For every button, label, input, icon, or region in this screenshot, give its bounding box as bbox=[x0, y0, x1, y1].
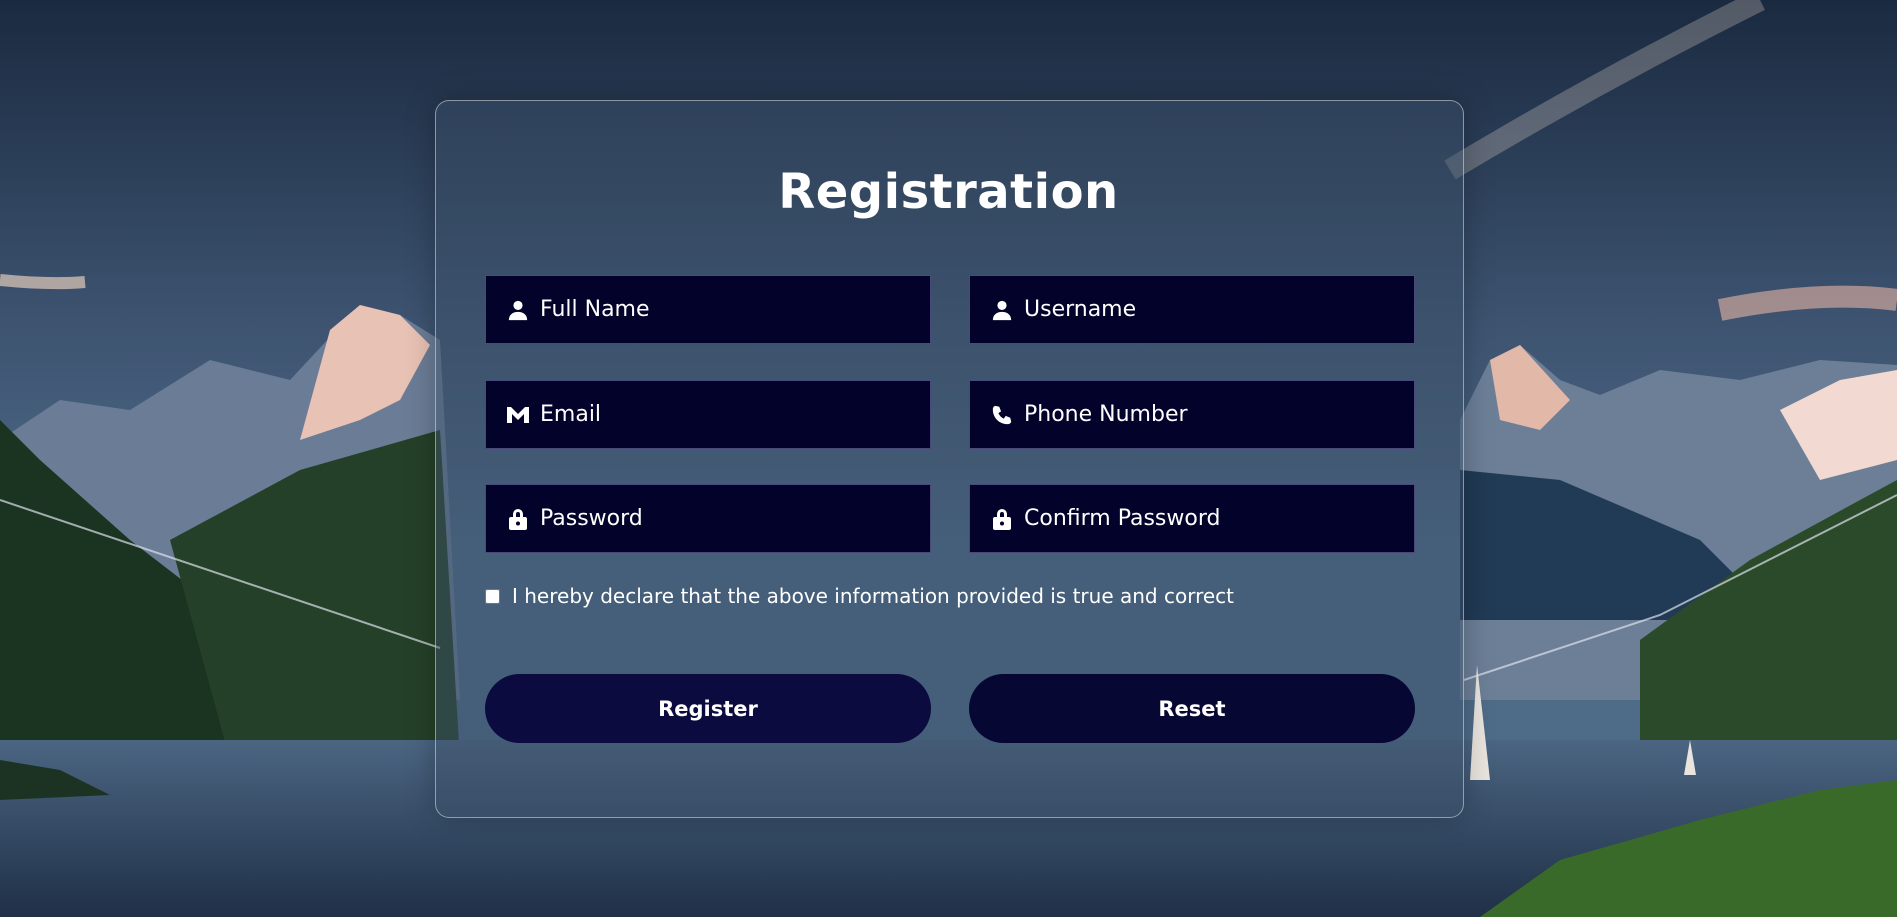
email-field[interactable] bbox=[485, 380, 931, 449]
user-icon bbox=[506, 298, 530, 322]
declaration-row: I hereby declare that the above informat… bbox=[485, 584, 1234, 608]
password-input[interactable] bbox=[540, 506, 910, 531]
phone-icon bbox=[990, 403, 1014, 427]
confirm-password-field[interactable] bbox=[969, 484, 1415, 553]
password-field[interactable] bbox=[485, 484, 931, 553]
full-name-input[interactable] bbox=[540, 297, 910, 322]
confirm-password-input[interactable] bbox=[1024, 506, 1394, 531]
phone-number-field[interactable] bbox=[969, 380, 1415, 449]
email-input[interactable] bbox=[540, 402, 910, 427]
page-title: Registration bbox=[778, 164, 1119, 220]
user-icon bbox=[990, 298, 1014, 322]
declaration-checkbox[interactable] bbox=[485, 588, 500, 604]
lock-icon bbox=[990, 507, 1014, 531]
username-field[interactable] bbox=[969, 275, 1415, 344]
phone-number-input[interactable] bbox=[1024, 402, 1394, 427]
full-name-field[interactable] bbox=[485, 275, 931, 344]
mail-icon bbox=[506, 403, 530, 427]
username-input[interactable] bbox=[1024, 297, 1394, 322]
lock-icon bbox=[506, 507, 530, 531]
reset-button[interactable]: Reset bbox=[969, 674, 1415, 743]
declaration-text: I hereby declare that the above informat… bbox=[512, 584, 1235, 608]
register-button[interactable]: Register bbox=[485, 674, 931, 743]
